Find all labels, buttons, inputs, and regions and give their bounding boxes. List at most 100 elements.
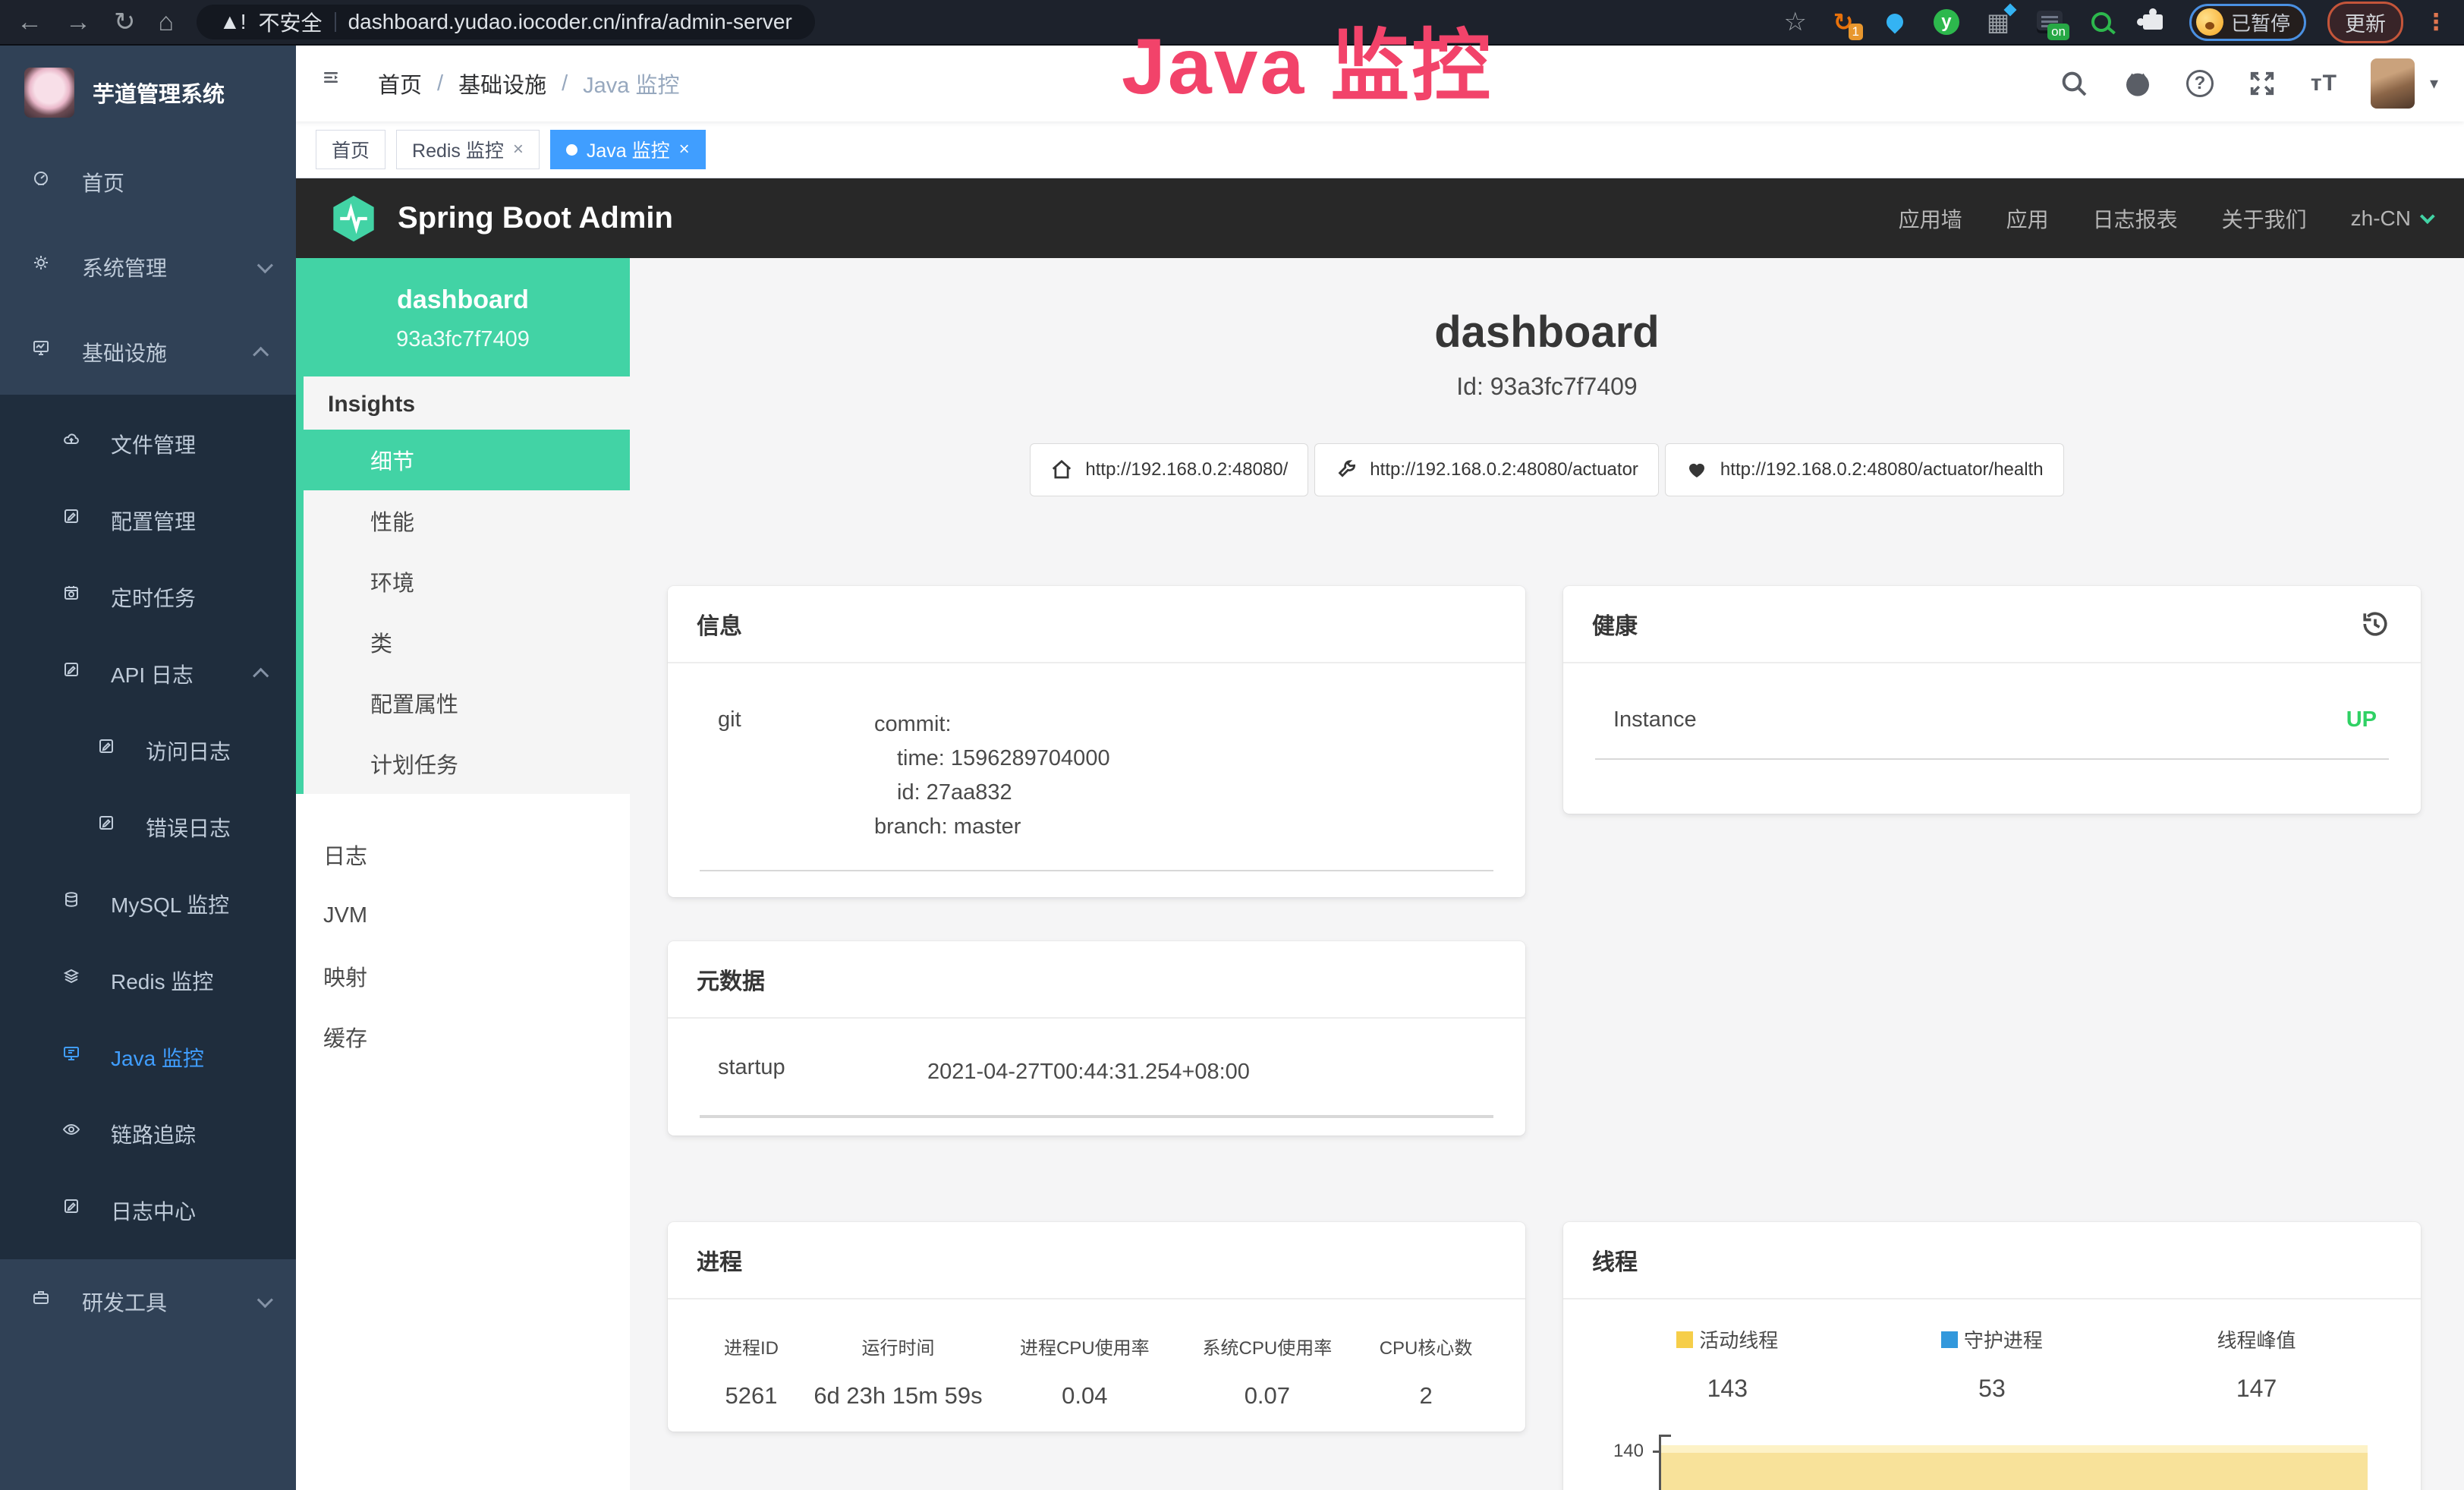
history-icon[interactable] <box>2359 607 2392 641</box>
monitor-icon <box>32 339 59 366</box>
close-icon[interactable]: × <box>513 139 524 160</box>
y-extension-icon[interactable]: y <box>1931 7 1962 37</box>
forward-icon[interactable]: → <box>65 9 91 35</box>
browser-update-button[interactable]: 更新 <box>2327 2 2403 43</box>
menu-item-environment[interactable]: 环境 <box>296 551 630 612</box>
menu-item-performance[interactable]: 性能 <box>296 490 630 551</box>
legend-daemon-threads: 守护进程 53 <box>1860 1325 2125 1403</box>
sba-language-select[interactable]: zh-CN <box>2351 206 2431 231</box>
process-card-title: 进程 <box>668 1222 1525 1299</box>
breadcrumb-infrastructure[interactable]: 基础设施 <box>458 68 546 99</box>
sidebar-item-config-management[interactable]: 配置管理 <box>0 482 296 559</box>
grid-extension-icon[interactable]: ▦ <box>1983 7 2013 37</box>
menu-item-mappings[interactable]: 映射 <box>296 946 630 1006</box>
sidebar-item-system[interactable]: 系统管理 <box>0 225 296 310</box>
green-search-extension-icon[interactable] <box>2086 7 2116 37</box>
instance-header[interactable]: dashboard 93a3fc7f7409 <box>296 258 630 376</box>
search-icon[interactable] <box>2059 68 2089 99</box>
process-card: 进程 进程ID 5261 运行时间 6d 23h 15m 59s <box>668 1222 1525 1432</box>
back-icon[interactable]: ← <box>17 9 42 35</box>
instance-id: 93a3fc7f7409 <box>308 327 618 352</box>
menu-item-caches[interactable]: 缓存 <box>296 1006 630 1067</box>
chevron-down-icon <box>257 257 273 273</box>
tag-java-monitor[interactable]: Java 监控 × <box>550 130 706 169</box>
sba-nav-wallboard[interactable]: 应用墙 <box>1899 203 1962 234</box>
sidebar-item-tracing[interactable]: 链路追踪 <box>0 1095 296 1172</box>
security-label: 不安全 <box>259 7 323 37</box>
avatar-caret-icon[interactable]: ▾ <box>2430 74 2438 93</box>
reload-icon[interactable]: ↻ <box>114 9 136 35</box>
sba-nav-about[interactable]: 关于我们 <box>2222 203 2307 234</box>
sidebar-item-error-logs[interactable]: 错误日志 <box>0 789 296 865</box>
sidebar-item-access-logs[interactable]: 访问日志 <box>0 712 296 789</box>
screenshot-annotation: Java 监控 <box>1122 2 1493 116</box>
threads-area-chart: 140 120 100 <box>1595 1430 2389 1490</box>
menu-item-jvm[interactable]: JVM <box>296 885 630 946</box>
tag-home[interactable]: 首页 <box>316 130 385 169</box>
github-icon[interactable] <box>2123 68 2153 99</box>
infrastructure-submenu: 文件管理 配置管理 定时任务 API 日志 访问日志 错误日志 MySQL 监控 <box>0 395 296 1259</box>
sidebar-item-redis-monitor[interactable]: Redis 监控 <box>0 942 296 1019</box>
sidebar-item-home[interactable]: 首页 <box>0 140 296 225</box>
service-url-button[interactable]: http://192.168.0.2:48080/ <box>1030 443 1308 496</box>
switch-extension-icon[interactable]: on <box>2034 7 2065 37</box>
sba-nav-applications[interactable]: 应用 <box>2006 203 2049 234</box>
fullscreen-icon[interactable] <box>2247 68 2277 99</box>
avatar[interactable] <box>2371 58 2415 109</box>
active-threads-area <box>1661 1445 2368 1490</box>
browser-menu-icon[interactable]: ⋮ <box>2425 9 2447 36</box>
edit-icon <box>97 814 124 841</box>
sba-nav-journal[interactable]: 日志报表 <box>2093 203 2178 234</box>
sync-extension-icon[interactable]: ↻1 <box>1828 7 1858 37</box>
timer-icon <box>62 584 90 611</box>
gear-icon <box>32 254 59 281</box>
bookmark-star-icon[interactable]: ☆ <box>1784 9 1807 35</box>
menu-item-config-properties[interactable]: 配置属性 <box>296 673 630 733</box>
sidebar-item-infrastructure[interactable]: 基础设施 <box>0 310 296 395</box>
breadcrumb-current: Java 监控 <box>583 68 679 99</box>
menu-item-classes[interactable]: 类 <box>296 612 630 673</box>
sidebar-item-file-management[interactable]: 文件管理 <box>0 405 296 482</box>
info-card: 信息 git commit: time: 1596289704000 id: 2… <box>668 586 1525 897</box>
pin-extension-icon[interactable] <box>1880 7 1910 37</box>
threads-card-title: 线程 <box>1563 1222 2421 1299</box>
actuator-url-button[interactable]: http://192.168.0.2:48080/actuator <box>1314 443 1659 496</box>
menu-item-logs[interactable]: 日志 <box>296 824 630 885</box>
text-size-icon[interactable]: тT <box>2311 71 2337 96</box>
menu-item-details[interactable]: 细节 <box>296 430 630 490</box>
legend-peak-threads: 线程峰值 147 <box>2124 1325 2389 1403</box>
screen-icon <box>62 1044 90 1071</box>
tag-redis-monitor[interactable]: Redis 监控 × <box>396 130 540 169</box>
home-nav-icon[interactable]: ⌂ <box>159 9 175 35</box>
sidebar-item-log-center[interactable]: 日志中心 <box>0 1172 296 1249</box>
chevron-down-icon <box>2420 209 2435 224</box>
header-actions: ? тT ▾ <box>2059 58 2438 109</box>
profile-paused-chip[interactable]: 已暂停 <box>2189 4 2306 41</box>
admin-sidebar: 芋道管理系统 首页 系统管理 基础设施 文件管理 配置管理 定时任务 API 日… <box>0 46 296 1490</box>
sidebar-item-api-logs[interactable]: API 日志 <box>0 635 296 712</box>
close-icon[interactable]: × <box>679 139 690 160</box>
health-url-button[interactable]: http://192.168.0.2:48080/actuator/health <box>1665 443 2064 496</box>
gauge-icon <box>32 169 59 196</box>
sidebar-item-scheduled-jobs[interactable]: 定时任务 <box>0 559 296 635</box>
sidebar-item-dev-tools[interactable]: 研发工具 <box>0 1259 296 1344</box>
status-badge: UP <box>2346 707 2389 732</box>
app-logo[interactable]: 芋道管理系统 <box>0 46 296 140</box>
profile-emoji-icon <box>2196 8 2223 36</box>
heart-icon <box>1685 458 1708 481</box>
breadcrumb-home[interactable]: 首页 <box>378 68 422 99</box>
hamburger-icon[interactable] <box>322 68 352 99</box>
wrench-icon <box>1335 458 1358 481</box>
database-icon <box>62 890 90 918</box>
logo-image <box>24 68 74 118</box>
help-icon[interactable]: ? <box>2186 70 2214 97</box>
sidebar-item-mysql-monitor[interactable]: MySQL 监控 <box>0 865 296 942</box>
sidebar-item-java-monitor[interactable]: Java 监控 <box>0 1019 296 1095</box>
sba-header: Spring Boot Admin 应用墙 应用 日志报表 关于我们 zh-CN <box>296 178 2464 258</box>
cards-grid: 信息 git commit: time: 1596289704000 id: 2… <box>630 586 2464 1490</box>
process-table: 进程ID 5261 运行时间 6d 23h 15m 59s 进程CPU使用率 0… <box>700 1315 1493 1432</box>
sba-brand-title[interactable]: Spring Boot Admin <box>398 201 673 235</box>
address-bar[interactable]: ▲! 不安全 dashboard.yudao.iocoder.cn/infra/… <box>197 5 815 39</box>
menu-item-scheduled-tasks[interactable]: 计划任务 <box>296 733 630 794</box>
extensions-puzzle-icon[interactable] <box>2138 7 2168 37</box>
